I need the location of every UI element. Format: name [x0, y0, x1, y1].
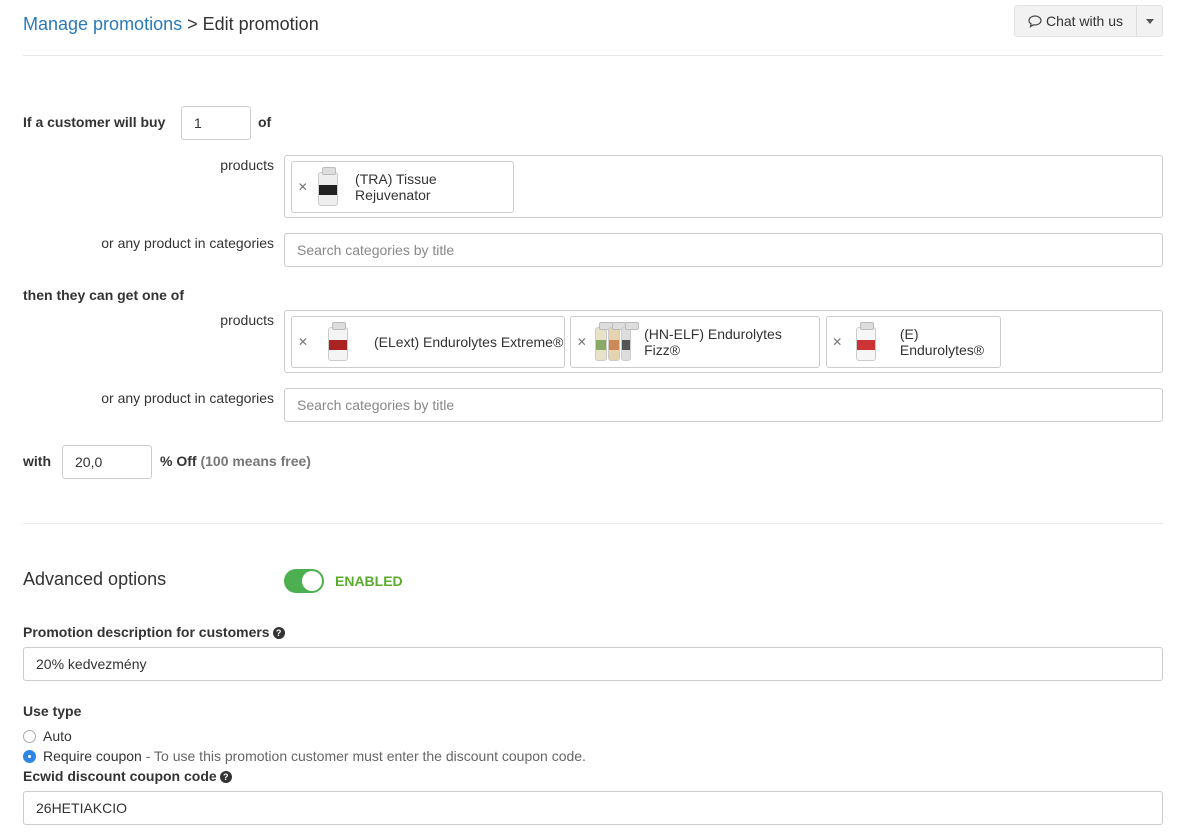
buy-prefix-label: If a customer will buy — [23, 114, 166, 130]
coupon-label: Ecwid discount coupon code — [23, 768, 217, 784]
promotion-description-input[interactable]: 20% kedvezmény — [23, 647, 1163, 681]
page-title: Edit promotion — [202, 14, 319, 34]
get-categories-placeholder: Search categories by title — [297, 397, 455, 413]
product-thumbnail — [314, 166, 341, 208]
product-tag: ✕ (E) Endurolytes® — [826, 316, 1001, 368]
radio-auto[interactable] — [23, 729, 36, 743]
buy-categories-search-input[interactable]: Search categories by title — [284, 233, 1163, 267]
get-categories-label: or any product in categories — [101, 390, 274, 406]
buy-categories-placeholder: Search categories by title — [297, 242, 455, 258]
get-heading: then they can get one of — [23, 287, 185, 303]
discount-suffix: % Off (100 means free) — [160, 453, 311, 469]
description-label-row: Promotion description for customers? — [23, 624, 285, 640]
product-tag: ✕ (ELext) Endurolytes Extreme® — [291, 316, 565, 368]
discount-unit-label: % Off — [160, 453, 197, 469]
get-products-label: products — [220, 312, 274, 328]
use-type-option-auto[interactable]: Auto — [23, 728, 72, 744]
advanced-options-title: Advanced options — [23, 569, 167, 589]
remove-tag-icon[interactable]: ✕ — [827, 335, 848, 349]
divider — [23, 55, 1163, 56]
get-categories-search-input[interactable]: Search categories by title — [284, 388, 1163, 422]
coupon-code-input[interactable]: 26HETIAKCIO — [23, 791, 1163, 825]
description-label: Promotion description for customers — [23, 624, 270, 640]
breadcrumb-separator: > — [187, 14, 198, 34]
radio-auto-label: Auto — [43, 728, 72, 744]
buy-products-selector[interactable]: ✕ (TRA) Tissue Rejuvenator — [284, 155, 1163, 218]
radio-require-coupon[interactable] — [23, 749, 36, 763]
use-type-label: Use type — [23, 703, 82, 719]
require-coupon-hint: - To use this promotion customer must en… — [145, 748, 586, 764]
breadcrumb-link-manage-promotions[interactable]: Manage promotions — [23, 14, 182, 34]
chat-dropdown-toggle[interactable] — [1137, 6, 1162, 36]
chat-label: Chat with us — [1045, 13, 1124, 29]
chat-bubble-icon — [1028, 14, 1042, 28]
discount-note: (100 means free) — [200, 453, 311, 469]
divider — [23, 523, 1163, 524]
buy-suffix-label: of — [258, 114, 272, 130]
buy-quantity-input[interactable]: 1 — [181, 106, 251, 140]
product-tag-label: (E) Endurolytes® — [899, 326, 985, 358]
remove-tag-icon[interactable]: ✕ — [292, 180, 314, 194]
product-tag-label: (TRA) Tissue Rejuvenator — [355, 171, 437, 203]
breadcrumb: Manage promotions > Edit promotion — [23, 14, 319, 35]
chat-button-group: Chat with us — [1014, 5, 1163, 37]
chat-button[interactable]: Chat with us — [1015, 6, 1137, 36]
help-icon[interactable]: ? — [219, 771, 232, 783]
discount-value-input[interactable]: 20,0 — [62, 445, 152, 479]
advanced-options-toggle[interactable] — [284, 569, 324, 593]
product-tag-label: (ELext) Endurolytes Extreme® — [374, 334, 564, 350]
product-thumbnail — [852, 321, 878, 363]
buy-products-label: products — [220, 157, 274, 173]
help-icon[interactable]: ? — [272, 627, 285, 639]
radio-require-coupon-label: Require coupon — [43, 748, 142, 764]
coupon-label-row: Ecwid discount coupon code? — [23, 768, 232, 784]
product-tag: ✕ (TRA) Tissue Rejuvenator — [291, 161, 514, 213]
chevron-down-icon — [1145, 18, 1154, 24]
buy-categories-label: or any product in categories — [101, 235, 274, 251]
product-thumbnail — [324, 321, 352, 363]
remove-tag-icon[interactable]: ✕ — [292, 335, 314, 349]
product-thumbnail — [594, 321, 639, 363]
get-products-selector[interactable]: ✕ (ELext) Endurolytes Extreme® ✕ (HN-ELF… — [284, 310, 1163, 373]
toggle-state-label: ENABLED — [335, 573, 403, 589]
product-tag-label: (HN-ELF) Endurolytes Fizz® — [644, 326, 782, 358]
remove-tag-icon[interactable]: ✕ — [571, 335, 593, 349]
use-type-option-require-coupon[interactable]: Require coupon - To use this promotion c… — [23, 748, 586, 764]
product-tag: ✕ (HN-ELF) Endurolytes Fizz® — [570, 316, 820, 368]
discount-prefix-label: with — [23, 453, 51, 469]
